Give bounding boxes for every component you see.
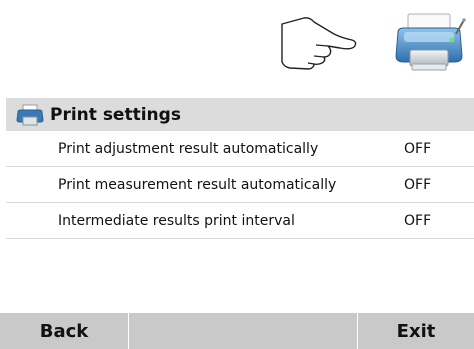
setting-row-intermediate-interval[interactable]: Intermediate results print interval OFF [6, 203, 474, 239]
setting-label: Intermediate results print interval [58, 212, 295, 229]
settings-list: Print adjustment result automatically OF… [6, 131, 474, 239]
pointing-hand-icon[interactable] [264, 12, 360, 72]
setting-label: Print measurement result automatically [58, 176, 337, 193]
footer-spacer [129, 313, 358, 349]
page-title: Print settings [50, 104, 181, 125]
footer-bar: Back Exit [0, 313, 474, 349]
print-settings-header: Print settings [6, 98, 474, 131]
printer-icon[interactable] [392, 10, 466, 74]
setting-value[interactable]: OFF [352, 213, 474, 229]
setting-value[interactable]: OFF [352, 177, 474, 193]
exit-button[interactable]: Exit [358, 313, 474, 349]
setting-label: Print adjustment result automatically [58, 140, 319, 157]
printer-icon [16, 104, 44, 125]
setting-value[interactable]: OFF [352, 141, 474, 157]
setting-row-print-adjustment[interactable]: Print adjustment result automatically OF… [6, 131, 474, 167]
top-icon-bar [0, 0, 474, 80]
back-button[interactable]: Back [0, 313, 129, 349]
setting-row-print-measurement[interactable]: Print measurement result automatically O… [6, 167, 474, 203]
